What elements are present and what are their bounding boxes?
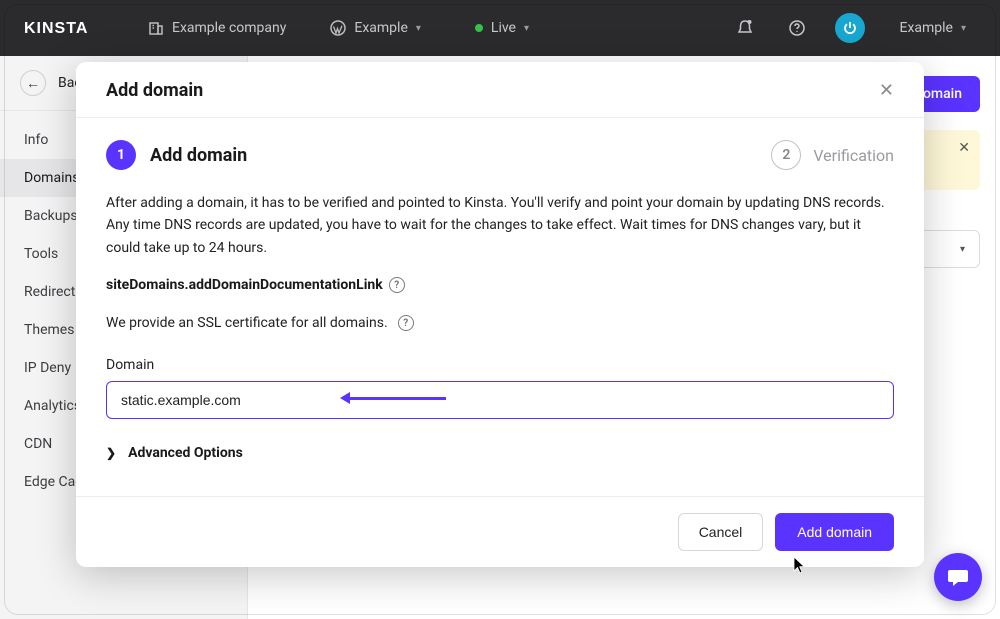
ssl-text: We provide an SSL certificate for all do…	[106, 315, 388, 331]
doc-link-label: siteDomains.addDomainDocumentationLink	[106, 277, 383, 293]
chevron-right-icon: ❯	[106, 446, 116, 460]
add-domain-modal: Add domain ✕ 1 Add domain 2 Verification…	[76, 62, 924, 567]
add-domain-submit-button[interactable]: Add domain	[775, 513, 894, 551]
step-1-badge: 1	[106, 140, 136, 170]
advanced-label: Advanced Options	[128, 445, 243, 461]
chat-button[interactable]	[934, 553, 982, 601]
advanced-options-toggle[interactable]: ❯ Advanced Options	[106, 445, 894, 461]
step-1-label: Add domain	[150, 145, 247, 166]
domain-field-label: Domain	[106, 357, 894, 373]
cancel-label: Cancel	[699, 524, 743, 540]
submit-label: Add domain	[797, 524, 872, 540]
cancel-button[interactable]: Cancel	[678, 513, 764, 551]
modal-title: Add domain	[106, 80, 203, 101]
step-2-badge: 2	[771, 140, 801, 170]
close-icon[interactable]: ✕	[879, 80, 894, 101]
ssl-note: We provide an SSL certificate for all do…	[106, 315, 894, 331]
modal-overlay: Add domain ✕ 1 Add domain 2 Verification…	[0, 0, 1000, 619]
domain-input[interactable]	[106, 381, 894, 419]
modal-description: After adding a domain, it has to be veri…	[106, 192, 894, 259]
step-indicator: 1 Add domain 2 Verification	[106, 140, 894, 170]
step-2-label: Verification	[813, 146, 894, 165]
documentation-link[interactable]: siteDomains.addDomainDocumentationLink ?	[106, 277, 894, 293]
help-icon[interactable]: ?	[398, 315, 414, 331]
help-icon: ?	[389, 277, 405, 293]
